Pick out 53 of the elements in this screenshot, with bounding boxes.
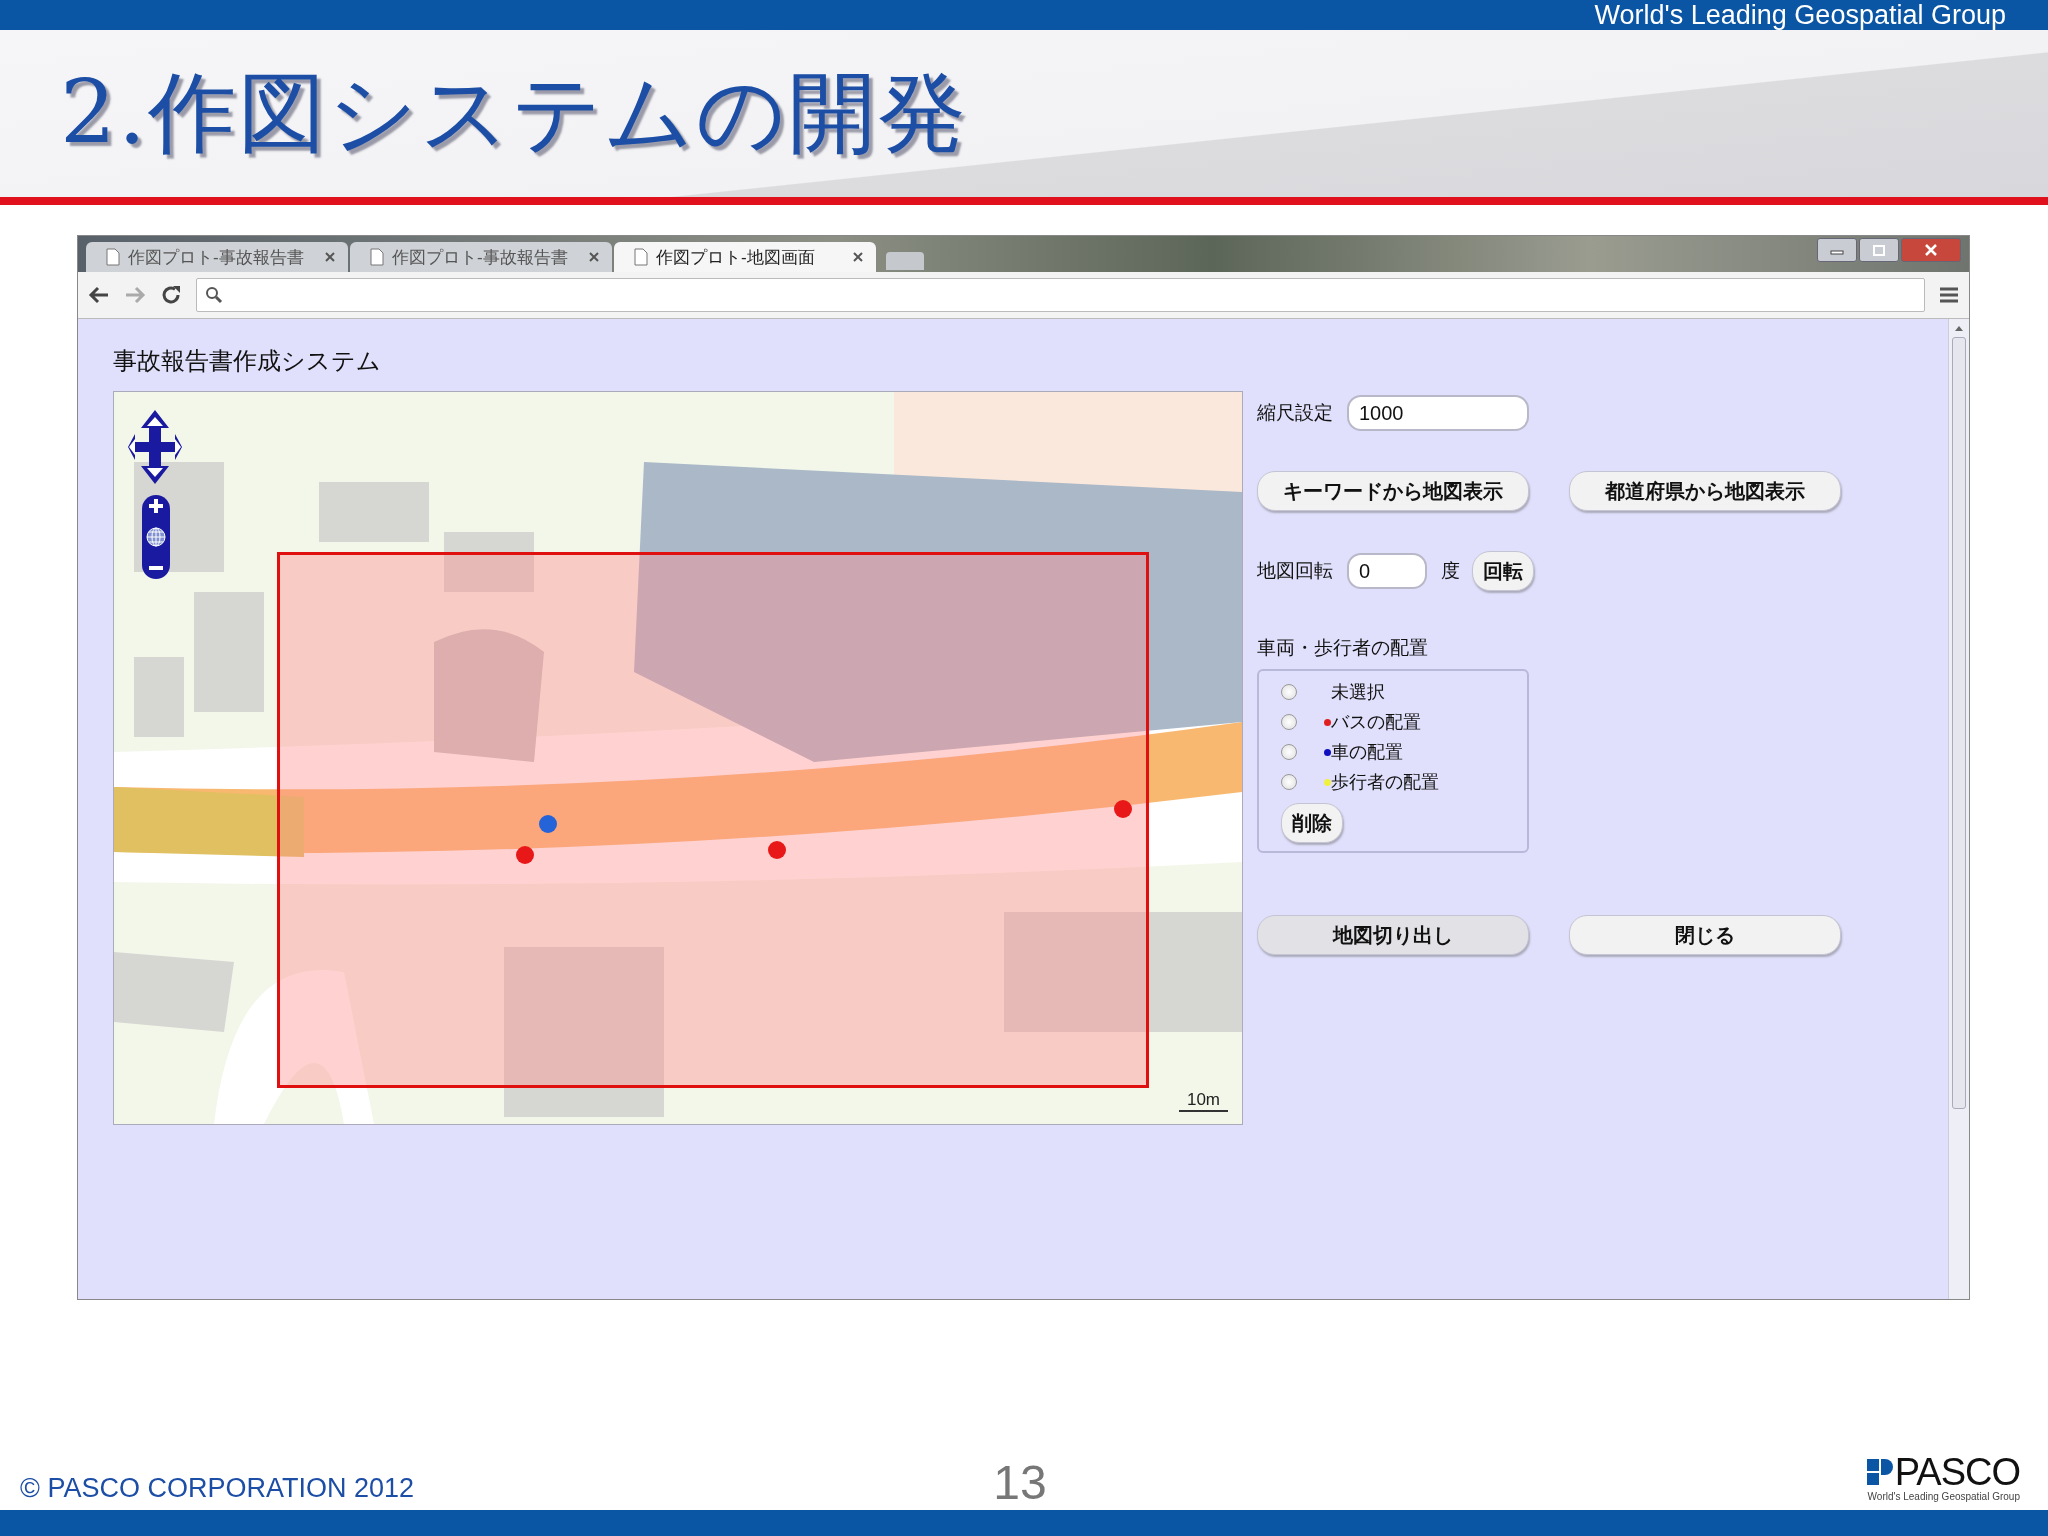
slide-title: 2.作図システムの開発 [60, 60, 968, 166]
rotation-label: 地図回転 [1257, 559, 1333, 583]
browser-tab[interactable]: 作図プロト-事故報告書 [350, 242, 612, 272]
section-label: 車両・歩行者の配置 [1257, 636, 1429, 660]
zoom-in-icon[interactable] [148, 498, 164, 514]
page-heading: 事故報告書作成システム [113, 347, 381, 374]
page-icon [106, 248, 120, 266]
pan-control[interactable] [127, 408, 183, 486]
browser-tab[interactable]: 作図プロト-地図画面 [614, 242, 876, 272]
search-icon [205, 286, 223, 304]
option-label: 歩行者の配置 [1331, 771, 1439, 794]
scroll-up-arrow-icon[interactable] [1955, 325, 1963, 331]
tagline: World's Leading Geospatial Group [1594, 0, 2006, 30]
unit-label: 度 [1441, 559, 1460, 583]
maximize-button[interactable] [1859, 238, 1899, 262]
close-button[interactable]: 閉じる [1569, 915, 1841, 955]
rotation-field[interactable]: 0 [1347, 553, 1427, 589]
page-number: 13 [993, 1455, 1047, 1510]
close-icon[interactable] [324, 251, 336, 263]
maximize-icon [1872, 244, 1886, 256]
page-icon [634, 248, 648, 266]
scrollbar[interactable] [1948, 319, 1969, 1299]
radio-button[interactable] [1281, 714, 1297, 730]
radio-button[interactable] [1281, 774, 1297, 790]
scale-label: 縮尺設定 [1257, 401, 1333, 425]
radio-button[interactable] [1281, 744, 1297, 760]
close-window-button[interactable] [1901, 238, 1961, 262]
browser-tab[interactable]: 作図プロト-事故報告書 [86, 242, 348, 272]
copyright: © PASCO CORPORATION 2012 [20, 1473, 415, 1504]
scale-bar: 10m [1178, 1090, 1228, 1112]
logo-tagline: World's Leading Geospatial Group [1867, 1491, 2020, 1502]
logo-icon [1866, 1457, 1893, 1487]
back-arrow-icon[interactable] [88, 286, 110, 304]
option-label: 未選択 [1331, 681, 1385, 704]
option-label: バスの配置 [1331, 711, 1421, 734]
option-label: 車の配置 [1331, 741, 1403, 764]
delete-button[interactable]: 削除 [1281, 803, 1343, 843]
rotate-button[interactable]: 回転 [1472, 551, 1534, 591]
scale-field[interactable]: 1000 [1347, 395, 1529, 431]
close-icon[interactable] [852, 251, 864, 263]
export-map-button[interactable]: 地図切り出し [1257, 915, 1529, 955]
map-display-button[interactable]: 都道府県から地図表示 [1569, 471, 1841, 511]
logo-text: PASCO [1894, 1453, 2020, 1491]
close-icon [1924, 244, 1938, 256]
radio-button[interactable] [1281, 684, 1297, 700]
close-icon[interactable] [588, 251, 600, 263]
page-icon [370, 248, 384, 266]
globe-icon[interactable] [145, 526, 167, 548]
map-display-button[interactable]: キーワードから地図表示 [1257, 471, 1529, 511]
zoom-control[interactable] [142, 495, 170, 579]
menu-icon[interactable] [1939, 286, 1959, 304]
minimize-button[interactable] [1817, 238, 1857, 262]
reload-icon[interactable] [160, 284, 182, 306]
